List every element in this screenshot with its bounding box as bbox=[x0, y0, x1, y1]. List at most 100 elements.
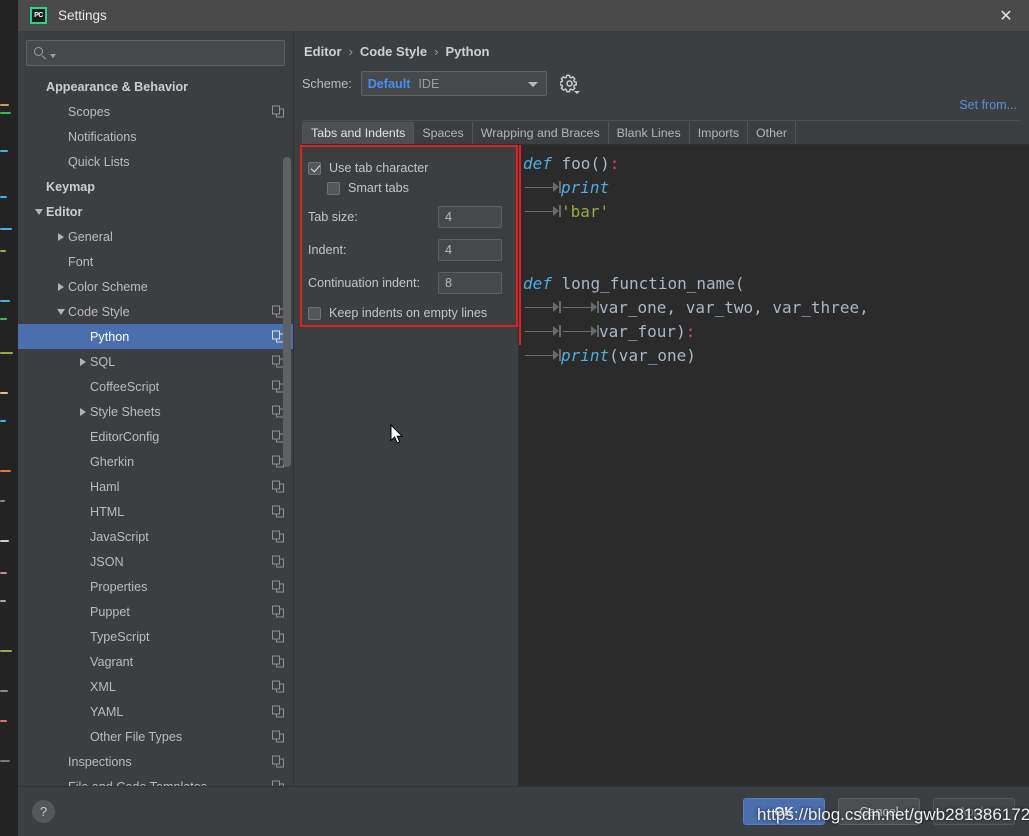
sidebar-item-json[interactable]: JSON bbox=[18, 549, 293, 574]
sidebar-item-xml[interactable]: XML bbox=[18, 674, 293, 699]
help-icon[interactable]: ? bbox=[32, 800, 55, 823]
breadcrumb-item[interactable]: Python bbox=[445, 44, 489, 59]
sidebar-item-coffeescript[interactable]: CoffeeScript bbox=[18, 374, 293, 399]
sidebar-item-label: TypeScript bbox=[90, 629, 150, 644]
chevron-down-icon[interactable] bbox=[54, 308, 68, 315]
sidebar-item-properties[interactable]: Properties bbox=[18, 574, 293, 599]
set-from-link[interactable]: Set from... bbox=[959, 98, 1017, 112]
code-token: print bbox=[561, 177, 610, 197]
tab-size-input[interactable] bbox=[438, 206, 502, 228]
background-code-fragment bbox=[0, 392, 8, 394]
code-token: (var_one) bbox=[609, 345, 696, 365]
settings-tab-bar: Tabs and Indents Spaces Wrapping and Brace… bbox=[302, 122, 1029, 145]
chevron-right-icon[interactable] bbox=[54, 232, 68, 241]
smart-tabs-label: Smart tabs bbox=[348, 181, 409, 195]
sidebar-item-javascript[interactable]: JavaScript bbox=[18, 524, 293, 549]
sidebar-item-editor[interactable]: Editor bbox=[18, 199, 293, 224]
sidebar-item-notifications[interactable]: Notifications bbox=[18, 124, 293, 149]
indent-input[interactable] bbox=[438, 239, 502, 261]
background-code-fragment bbox=[0, 112, 11, 114]
use-tab-character-label: Use tab character bbox=[329, 161, 429, 175]
tab-size-row: Tab size: bbox=[308, 203, 518, 231]
apply-button[interactable]: Apply bbox=[933, 798, 1015, 825]
search-options-chevron-down-icon[interactable] bbox=[50, 53, 56, 58]
code-token: : bbox=[685, 321, 696, 341]
tab-indent-arrow-icon bbox=[523, 323, 561, 339]
gear-icon[interactable] bbox=[558, 74, 580, 94]
chevron-right-icon[interactable] bbox=[76, 357, 90, 366]
sidebar-item-label: Vagrant bbox=[90, 654, 134, 669]
code-line: print bbox=[523, 175, 1029, 199]
tab-blank-lines[interactable]: Blank Lines bbox=[608, 122, 690, 144]
sidebar-item-general[interactable]: General bbox=[18, 224, 293, 249]
sidebar-item-label: Python bbox=[90, 329, 130, 344]
chevron-down-icon[interactable] bbox=[32, 208, 46, 215]
background-editor-strip bbox=[0, 0, 18, 836]
sidebar-item-editorconfig[interactable]: EditorConfig bbox=[18, 424, 293, 449]
smart-tabs-checkbox[interactable] bbox=[327, 181, 340, 195]
sidebar-item-html[interactable]: HTML bbox=[18, 499, 293, 524]
background-code-fragment bbox=[0, 470, 11, 472]
ok-button[interactable]: OK bbox=[743, 798, 825, 825]
sidebar-item-scopes[interactable]: Scopes bbox=[18, 99, 293, 124]
sidebar-item-label: CoffeeScript bbox=[90, 379, 160, 394]
background-code-fragment bbox=[0, 352, 13, 354]
sidebar-item-python[interactable]: Python bbox=[18, 324, 293, 349]
search-input[interactable] bbox=[59, 46, 277, 60]
tab-spaces[interactable]: Spaces bbox=[414, 122, 473, 144]
sidebar-item-other-file-types[interactable]: Other File Types bbox=[18, 724, 293, 749]
code-line: print (var_one) bbox=[523, 343, 1029, 367]
sidebar-item-yaml[interactable]: YAML bbox=[18, 699, 293, 724]
breadcrumb-item[interactable]: Editor bbox=[304, 44, 342, 59]
sidebar-item-label: HTML bbox=[90, 504, 125, 519]
continuation-indent-input[interactable] bbox=[438, 272, 502, 294]
tab-imports[interactable]: Imports bbox=[689, 122, 749, 144]
tab-other[interactable]: Other bbox=[748, 122, 797, 144]
code-token: var_one, var_two, var_three, bbox=[599, 297, 869, 317]
sidebar-item-style-sheets[interactable]: Style Sheets bbox=[18, 399, 293, 424]
cancel-button[interactable]: Cancel bbox=[838, 798, 920, 825]
search-box[interactable] bbox=[26, 40, 285, 66]
sidebar-item-puppet[interactable]: Puppet bbox=[18, 599, 293, 624]
chevron-right-icon[interactable] bbox=[76, 407, 90, 416]
code-token: def bbox=[523, 153, 552, 173]
sidebar-item-color-scheme[interactable]: Color Scheme bbox=[18, 274, 293, 299]
use-tab-character-checkbox[interactable] bbox=[308, 161, 321, 175]
sidebar-item-label: Appearance & Behavior bbox=[46, 79, 189, 94]
sidebar-item-appearance-behavior[interactable]: Appearance & Behavior bbox=[18, 74, 293, 99]
tab-tabs-and-indents[interactable]: Tabs and Indents bbox=[302, 122, 415, 144]
sidebar-item-vagrant[interactable]: Vagrant bbox=[18, 649, 293, 674]
tab-wrapping-and-braces[interactable]: Wrapping and Braces bbox=[472, 122, 609, 144]
keep-indents-checkbox-row[interactable]: Keep indents on empty lines bbox=[308, 303, 518, 323]
sidebar-scrollbar-track[interactable] bbox=[282, 65, 292, 786]
breadcrumb-item[interactable]: Code Style bbox=[360, 44, 427, 59]
sidebar-item-typescript[interactable]: TypeScript bbox=[18, 624, 293, 649]
sidebar-item-gherkin[interactable]: Gherkin bbox=[18, 449, 293, 474]
tabs-and-indents-options: Use tab character Smart tabs Tab size: I… bbox=[294, 145, 518, 786]
use-tab-character-checkbox-row[interactable]: Use tab character bbox=[308, 158, 518, 178]
sidebar-item-font[interactable]: Font bbox=[18, 249, 293, 274]
sidebar-item-label: Gherkin bbox=[90, 454, 135, 469]
sidebar-item-keymap[interactable]: Keymap bbox=[18, 174, 293, 199]
code-preview[interactable]: def foo(): print'bar' def long_function_na… bbox=[518, 145, 1029, 786]
code-token: : bbox=[609, 153, 620, 173]
scheme-dropdown[interactable]: Default IDE bbox=[360, 71, 547, 96]
dialog-title: Settings bbox=[58, 8, 107, 23]
smart-tabs-checkbox-row[interactable]: Smart tabs bbox=[308, 178, 518, 198]
search-icon bbox=[34, 46, 48, 60]
sidebar-item-code-style[interactable]: Code Style bbox=[18, 299, 293, 324]
close-icon[interactable]: ✕ bbox=[983, 0, 1029, 31]
chevron-right-icon[interactable] bbox=[54, 282, 68, 291]
settings-content-pane: Editor › Code Style › Python Scheme: Default… bbox=[294, 31, 1029, 786]
background-code-fragment bbox=[0, 196, 7, 198]
sidebar-item-sql[interactable]: SQL bbox=[18, 349, 293, 374]
dialog-footer: ? OK Cancel Apply bbox=[18, 786, 1029, 836]
sidebar-item-inspections[interactable]: Inspections bbox=[18, 749, 293, 774]
tab-indent-arrow-icon bbox=[523, 179, 561, 195]
sidebar-scrollbar-thumb[interactable] bbox=[283, 157, 291, 467]
tab-indent-arrow-icon bbox=[561, 299, 599, 315]
keep-indents-on-empty-lines-checkbox[interactable] bbox=[308, 306, 321, 320]
sidebar-item-haml[interactable]: Haml bbox=[18, 474, 293, 499]
sidebar-item-file-and-code-templates[interactable]: File and Code Templates bbox=[18, 774, 293, 786]
sidebar-item-quick-lists[interactable]: Quick Lists bbox=[18, 149, 293, 174]
